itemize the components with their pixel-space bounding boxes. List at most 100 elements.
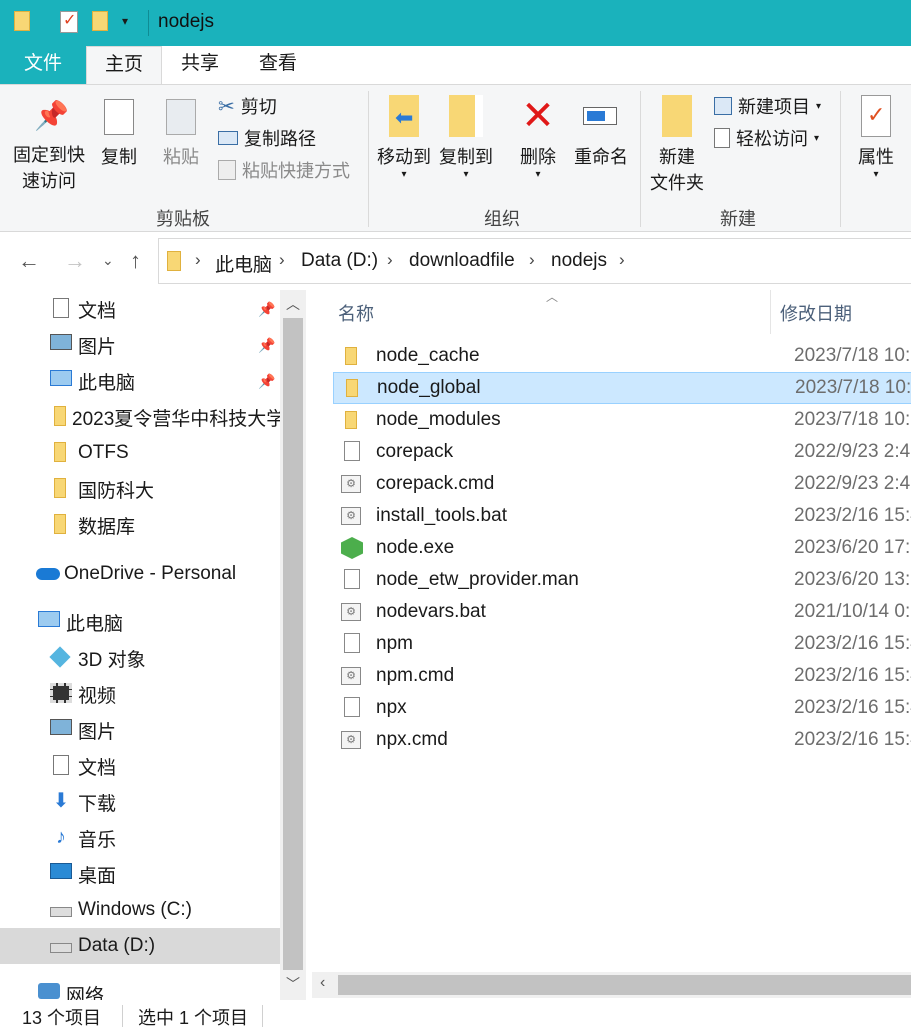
copy-to-button[interactable]: 复制到 ▾: [436, 95, 496, 180]
file-row[interactable]: node.exe 2023/6/20 17:3: [333, 532, 911, 564]
copy-path-button[interactable]: 复制路径: [218, 125, 316, 151]
breadcrumb-nodejs[interactable]: nodejs: [551, 250, 607, 272]
scroll-up-icon[interactable]: ︿: [286, 294, 300, 314]
folder-icon: [341, 409, 363, 431]
file-row[interactable]: npm 2023/2/16 15:4: [333, 628, 911, 660]
file-row[interactable]: ⚙ npm.cmd 2023/2/16 15:4: [333, 660, 911, 692]
easy-access-label: 轻松访问: [736, 129, 808, 149]
nav-quick-item[interactable]: 图片 📌: [0, 327, 280, 363]
cut-button[interactable]: ✂ 剪切: [218, 93, 277, 119]
paste-button[interactable]: 粘贴: [158, 99, 204, 169]
copy-button[interactable]: 复制: [96, 99, 142, 169]
dropdown-arrow-icon: ▾: [873, 169, 879, 180]
scroll-down-icon[interactable]: ﹀: [286, 974, 300, 994]
nav-pc-item[interactable]: Data (D:): [0, 928, 280, 964]
paste-shortcut-button[interactable]: 粘贴快捷方式: [218, 157, 350, 183]
tab-share[interactable]: 共享: [168, 46, 232, 84]
nav-quick-item[interactable]: 国防科大: [0, 471, 280, 507]
address-bar[interactable]: › 此电脑 › Data (D:) › downloadfile › nodej…: [158, 238, 911, 284]
file-row[interactable]: ⚙ npx.cmd 2023/2/16 15:4: [333, 724, 911, 756]
nav-item-label: 桌面: [78, 865, 117, 887]
column-divider[interactable]: [770, 290, 771, 334]
recent-locations-chevron-icon[interactable]: ⌄: [102, 252, 114, 269]
horizontal-scrollbar[interactable]: ‹: [312, 972, 911, 998]
nav-onedrive[interactable]: OneDrive - Personal: [0, 556, 280, 592]
scroll-left-icon[interactable]: ‹: [320, 974, 325, 992]
up-arrow-icon[interactable]: ↑: [130, 248, 141, 274]
new-item-button[interactable]: 新建项目 ▾: [714, 93, 821, 119]
nav-network[interactable]: 网络: [0, 976, 280, 1000]
paste-icon: [166, 99, 196, 135]
file-list: ︿ 名称 修改日期 node_cache 2023/7/18 10:5 node_g…: [310, 290, 911, 970]
file-row[interactable]: node_modules 2023/7/18 10:3: [333, 404, 911, 436]
column-header-name[interactable]: 名称: [338, 300, 374, 326]
delete-button[interactable]: ✕ 删除 ▾: [514, 95, 562, 180]
file-date: 2023/2/16 15:4: [794, 729, 911, 750]
customize-quick-access-icon[interactable]: ▾: [122, 14, 128, 28]
nav-item-label: 数据库: [78, 516, 136, 538]
scrollbar-thumb[interactable]: [338, 975, 911, 995]
nav-pc-item[interactable]: ⬇ 下载: [0, 784, 280, 820]
navigation-scrollbar[interactable]: ︿ ﹀: [280, 290, 306, 1000]
nav-pc-item[interactable]: Windows (C:): [0, 892, 280, 928]
file-row[interactable]: ⚙ nodevars.bat 2021/10/14 0:3: [333, 596, 911, 628]
nav-quick-item[interactable]: 数据库: [0, 507, 280, 543]
nav-pc-item[interactable]: 桌面: [0, 856, 280, 892]
pin-icon[interactable]: 📌: [258, 337, 275, 354]
breadcrumb-downloadfile[interactable]: downloadfile: [409, 250, 515, 272]
properties-check-icon[interactable]: ✓: [60, 11, 78, 33]
nav-item-label: OneDrive - Personal: [64, 563, 237, 584]
network-icon: [38, 983, 60, 1000]
new-folder-icon[interactable]: [92, 11, 108, 31]
dropdown-arrow-icon: ▾: [401, 169, 407, 180]
nav-quick-item[interactable]: 文档 📌: [0, 291, 280, 327]
file-row[interactable]: npx 2023/2/16 15:4: [333, 692, 911, 724]
group-divider: [640, 91, 641, 227]
rename-button[interactable]: 重命名: [570, 95, 632, 169]
scrollbar-thumb[interactable]: [283, 318, 303, 970]
nav-quick-item[interactable]: OTFS: [0, 435, 280, 471]
nav-pc-item[interactable]: 图片: [0, 712, 280, 748]
file-row[interactable]: node_etw_provider.man 2023/6/20 13:5: [333, 564, 911, 596]
new-folder-button[interactable]: 新建 文件夹: [646, 95, 708, 195]
tab-file[interactable]: 文件: [0, 46, 86, 84]
back-arrow-icon[interactable]: ←: [18, 248, 40, 274]
group-divider: [840, 91, 841, 227]
ribbon: 📌 固定到快 速访问 复制 粘贴 ✂ 剪切 复制路径 粘贴快捷方式 剪贴板 ⬅ …: [0, 84, 911, 232]
column-header-date[interactable]: 修改日期: [780, 300, 852, 326]
breadcrumb-this-pc[interactable]: 此电脑: [215, 250, 272, 277]
nav-pc-item[interactable]: 3D 对象: [0, 640, 280, 676]
pin-icon[interactable]: 📌: [258, 301, 275, 318]
easy-access-button[interactable]: 轻松访问 ▾: [714, 125, 819, 151]
file-name: npm.cmd: [376, 665, 455, 686]
file-row[interactable]: corepack 2022/9/23 2:40: [333, 436, 911, 468]
file-row[interactable]: ⚙ install_tools.bat 2023/2/16 15:4: [333, 500, 911, 532]
properties-button[interactable]: ✓ 属性 ▾: [848, 95, 904, 180]
nav-quick-item[interactable]: 2023夏令营华中科技大学: [0, 399, 285, 435]
nav-quick-item[interactable]: 此电脑 📌: [0, 363, 280, 399]
nav-this-pc[interactable]: 此电脑: [0, 604, 280, 640]
file-date: 2023/6/20 13:5: [794, 569, 911, 590]
file-row[interactable]: node_global 2023/7/18 10:5: [333, 372, 911, 404]
tab-home[interactable]: 主页: [86, 46, 162, 84]
pin-icon[interactable]: 📌: [258, 373, 275, 390]
file-date: 2023/2/16 15:4: [794, 697, 911, 718]
breadcrumb-separator-icon[interactable]: ›: [619, 250, 625, 270]
pin-to-quick-access-button[interactable]: 📌 固定到快 速访问: [8, 99, 90, 193]
folder-icon: [342, 377, 364, 399]
nav-item-label: 下载: [78, 793, 117, 815]
breadcrumb-data-d[interactable]: Data (D:): [301, 250, 378, 272]
file-row[interactable]: ⚙ corepack.cmd 2022/9/23 2:40: [333, 468, 911, 500]
breadcrumb-separator-icon[interactable]: ›: [195, 250, 201, 270]
nav-pc-item[interactable]: 视频: [0, 676, 280, 712]
breadcrumb-separator-icon[interactable]: ›: [279, 250, 285, 270]
move-to-button[interactable]: ⬅ 移动到 ▾: [374, 95, 434, 180]
tab-view[interactable]: 查看: [246, 46, 310, 84]
nav-pc-item[interactable]: ♪ 音乐: [0, 820, 280, 856]
nav-pc-item[interactable]: 文档: [0, 748, 280, 784]
breadcrumb-separator-icon[interactable]: ›: [387, 250, 393, 270]
file-row[interactable]: node_cache 2023/7/18 10:5: [333, 340, 911, 372]
file-date: 2021/10/14 0:3: [794, 601, 911, 622]
forward-arrow-icon[interactable]: →: [64, 248, 86, 274]
breadcrumb-separator-icon[interactable]: ›: [529, 250, 535, 270]
